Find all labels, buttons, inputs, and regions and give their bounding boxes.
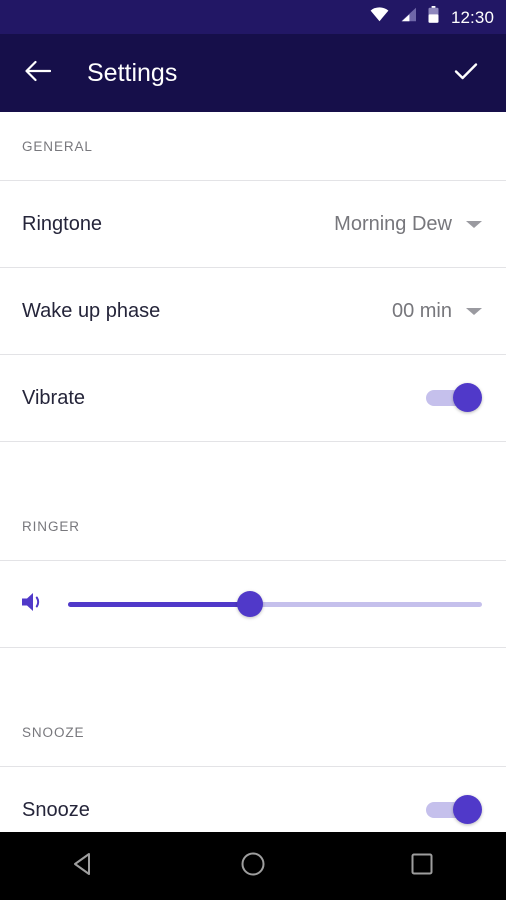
settings-list: GENERAL Ringtone Morning Dew Wake up pha… — [0, 112, 506, 832]
setting-label-vibrate: Vibrate — [22, 387, 86, 409]
section-header-general: GENERAL — [0, 112, 506, 180]
setting-row-ringtone[interactable]: Ringtone Morning Dew — [0, 181, 506, 267]
page-title: Settings — [87, 58, 178, 87]
vibrate-toggle[interactable] — [426, 383, 482, 413]
recents-square-icon — [406, 848, 438, 885]
toggle-thumb — [453, 795, 482, 824]
setting-row-vibrate[interactable]: Vibrate — [0, 355, 506, 441]
nav-home-button[interactable] — [213, 832, 293, 900]
setting-value-wake-up-phase: 00 min — [391, 300, 452, 322]
back-button[interactable] — [16, 51, 60, 95]
setting-value-ringtone: Morning Dew — [334, 213, 452, 235]
ringer-volume-slider[interactable] — [68, 589, 482, 619]
chevron-down-icon[interactable] — [466, 307, 482, 315]
setting-label-ringtone: Ringtone — [22, 213, 103, 235]
status-bar: 12:30 — [0, 0, 506, 34]
nav-recents-button[interactable] — [382, 832, 462, 900]
setting-label-wake-up-phase: Wake up phase — [22, 300, 161, 322]
section-header-ringer: RINGER — [0, 492, 506, 560]
setting-row-ringer-volume[interactable] — [0, 561, 506, 647]
slider-thumb[interactable] — [237, 591, 264, 617]
setting-row-wake-up-phase[interactable]: Wake up phase 00 min — [0, 268, 506, 354]
section-header-snooze: SNOOZE — [0, 698, 506, 766]
cellular-signal-icon — [400, 7, 417, 27]
back-arrow-icon — [25, 60, 52, 87]
check-icon — [453, 60, 479, 87]
section-gap — [0, 442, 506, 492]
confirm-button[interactable] — [444, 51, 488, 95]
back-triangle-icon — [68, 848, 100, 885]
battery-icon — [428, 6, 439, 28]
home-circle-icon — [237, 848, 269, 885]
slider-fill — [68, 601, 251, 607]
setting-row-snooze[interactable]: Snooze — [0, 767, 506, 832]
android-navigation-bar — [0, 832, 506, 900]
setting-label-snooze: Snooze — [22, 799, 90, 821]
app-bar: Settings — [0, 34, 506, 112]
toggle-thumb — [453, 383, 482, 412]
section-title-general: GENERAL — [22, 138, 93, 154]
status-bar-icons — [370, 6, 439, 28]
status-bar-clock: 12:30 — [450, 7, 494, 27]
nav-back-button[interactable] — [44, 832, 124, 900]
wifi-icon — [370, 7, 389, 27]
snooze-toggle[interactable] — [426, 795, 482, 825]
volume-icon — [20, 590, 46, 619]
section-gap — [0, 648, 506, 698]
section-title-snooze: SNOOZE — [22, 724, 85, 740]
section-title-ringer: RINGER — [22, 518, 80, 534]
chevron-down-icon[interactable] — [466, 220, 482, 228]
